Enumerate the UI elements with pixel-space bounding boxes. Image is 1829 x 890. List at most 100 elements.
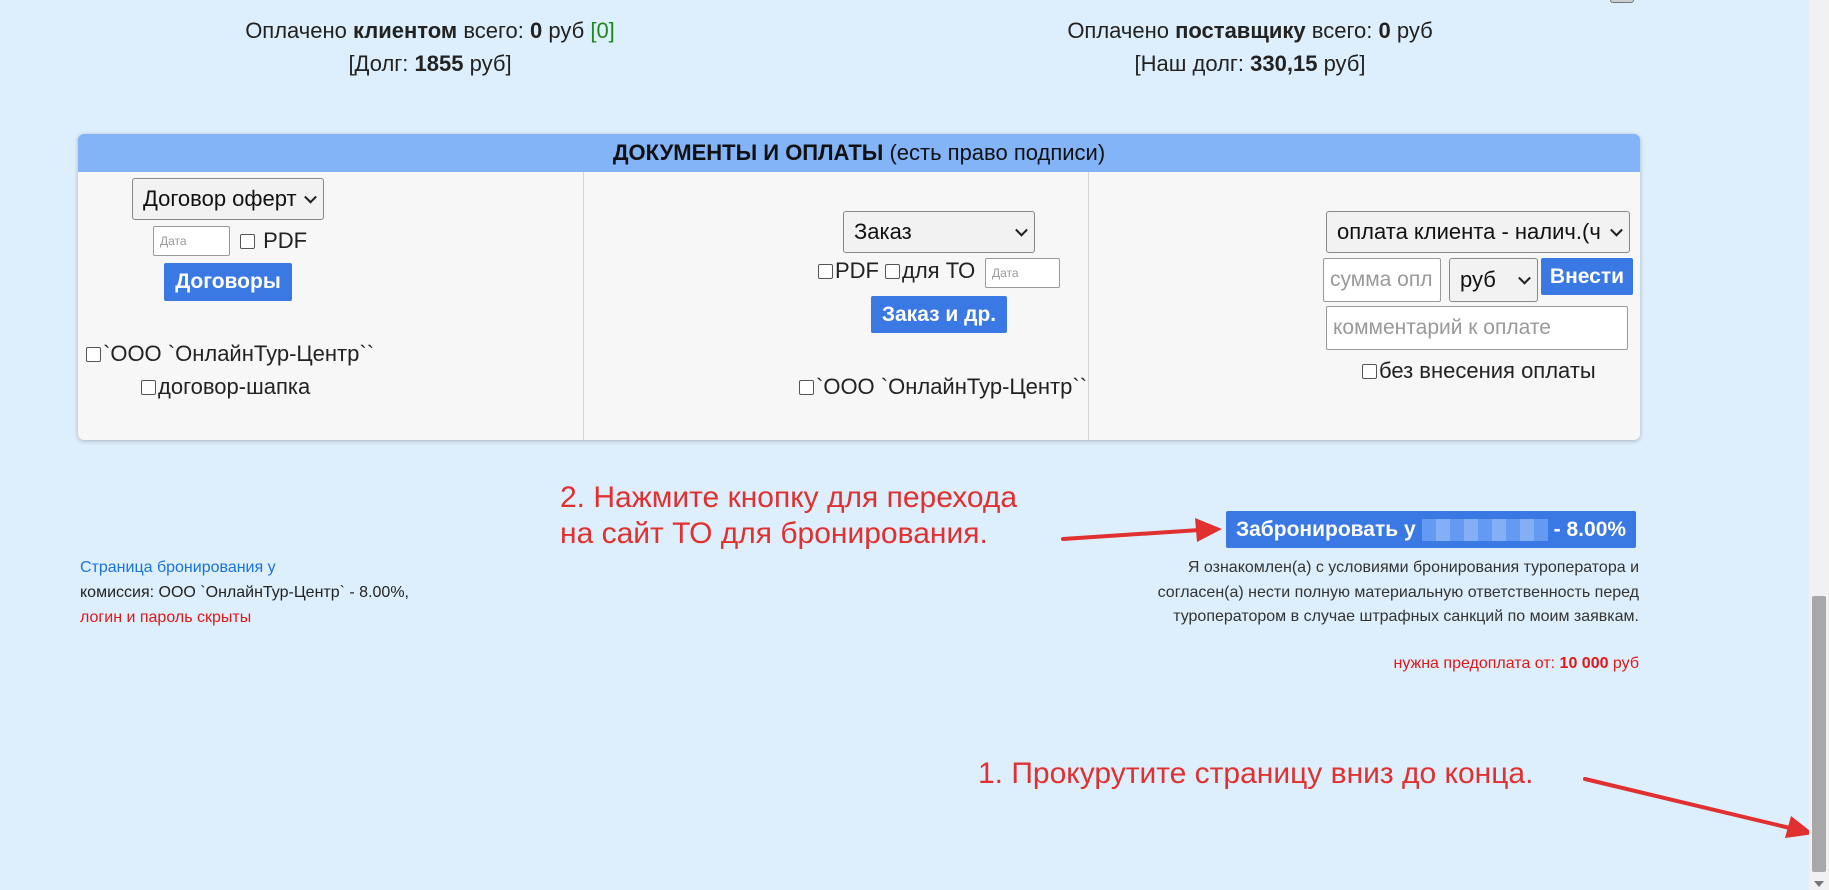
order-button-label: Заказ и др. bbox=[881, 302, 997, 326]
contract-company-label: `ООО `ОнлайнТур-Центр`` bbox=[103, 341, 375, 366]
checkbox-icon[interactable] bbox=[799, 379, 814, 395]
payment-type-select[interactable]: оплата клиента - налич.(ч bbox=[1326, 211, 1630, 253]
order-button[interactable]: Заказ и др. bbox=[871, 296, 1007, 333]
booking-terms-line: туроператором в случае штрафных санкций … bbox=[1173, 608, 1639, 625]
checkbox-icon[interactable] bbox=[1362, 363, 1377, 379]
contract-date-placeholder: Дата bbox=[160, 234, 187, 248]
supplier-paid-summary: Оплачено поставщику всего: 0 руб bbox=[1000, 18, 1500, 44]
order-select[interactable]: Заказ bbox=[843, 211, 1035, 253]
step2-line2: на сайт ТО для бронирования. bbox=[560, 517, 988, 550]
submit-payment-label: Внести bbox=[1549, 264, 1625, 288]
debt-label: [Долг: bbox=[348, 51, 415, 76]
supplier-paid-prefix: Оплачено bbox=[1067, 18, 1176, 43]
booking-info: Страница бронирования у комиссия: ООО `О… bbox=[80, 555, 409, 630]
supplier-currency: руб bbox=[1390, 18, 1433, 43]
book-button-prefix: Забронировать у bbox=[1235, 517, 1416, 541]
contract-pdf-label: PDF bbox=[263, 228, 308, 253]
order-select-value: Заказ bbox=[854, 219, 912, 244]
booking-terms: Я ознакомлен(а) с условиями бронирования… bbox=[1079, 556, 1639, 630]
client-total-label: всего: bbox=[457, 18, 531, 43]
no-payment-label: без внесения оплаты bbox=[1379, 358, 1596, 383]
prepayment-currency: руб bbox=[1608, 655, 1639, 672]
order-pdf-checkbox[interactable]: PDF bbox=[818, 256, 879, 286]
client-debt: [Долг: 1855 руб] bbox=[200, 51, 660, 77]
client-total-value: 0 bbox=[530, 18, 543, 43]
supplier-paid-bold: поставщику bbox=[1175, 18, 1306, 43]
contract-header-label: договор-шапка bbox=[158, 374, 311, 399]
chevron-down-icon bbox=[304, 190, 317, 204]
order-date-input[interactable]: Дата bbox=[985, 258, 1060, 288]
checkbox-icon[interactable] bbox=[86, 346, 101, 362]
client-paid-summary: Оплачено клиентом всего: 0 руб [0] bbox=[200, 18, 660, 44]
checkbox-icon[interactable] bbox=[818, 263, 833, 279]
our-debt-suffix: руб] bbox=[1317, 51, 1366, 76]
our-debt-value: 330,15 bbox=[1250, 51, 1318, 76]
partial-checkbox[interactable] bbox=[1610, 0, 1634, 3]
currency-select-value: руб bbox=[1460, 267, 1496, 292]
checkbox-icon[interactable] bbox=[240, 233, 255, 249]
contract-pdf-checkbox[interactable]: PDF bbox=[240, 226, 307, 256]
book-button-suffix: - 8.00% bbox=[1553, 517, 1627, 541]
chevron-down-icon bbox=[1518, 271, 1531, 285]
supplier-total-label: всего: bbox=[1305, 18, 1379, 43]
page-scrollbar[interactable] bbox=[1809, 0, 1829, 890]
step2-annotation: 2. Нажмите кнопку для перехода на сайт Т… bbox=[560, 480, 1017, 552]
chevron-down-icon bbox=[1610, 223, 1623, 237]
payment-amount-placeholder: сумма опл bbox=[1330, 268, 1433, 291]
documents-panel: ДОКУМЕНТЫ И ОПЛАТЫ (есть право подписи) … bbox=[78, 134, 1640, 440]
contract-select[interactable]: Договор оферт bbox=[132, 178, 324, 220]
supplier-total-value: 0 bbox=[1378, 18, 1391, 43]
no-payment-checkbox[interactable]: без внесения оплаты bbox=[1362, 356, 1596, 386]
checkbox-icon[interactable] bbox=[885, 263, 900, 279]
step2-arrow-icon bbox=[1061, 518, 1222, 542]
contract-header-checkbox[interactable]: договор-шапка bbox=[141, 372, 310, 402]
payment-comment-input[interactable]: комментарий к оплате bbox=[1326, 306, 1628, 350]
order-pdf-label: PDF bbox=[835, 258, 879, 283]
checkbox-icon[interactable] bbox=[141, 379, 156, 395]
book-button[interactable]: Забронировать у - 8.00% bbox=[1226, 511, 1636, 548]
client-paid-prefix: Оплачено bbox=[245, 18, 353, 43]
currency-select[interactable]: руб bbox=[1449, 258, 1538, 302]
step1-arrow-icon bbox=[1583, 777, 1814, 838]
contract-date-input[interactable]: Дата bbox=[153, 226, 230, 256]
order-date-placeholder: Дата bbox=[992, 266, 1019, 280]
order-company-label: `ООО `ОнлайнТур-Центр`` bbox=[816, 374, 1088, 399]
client-currency: руб bbox=[542, 18, 591, 43]
contracts-button[interactable]: Договоры bbox=[164, 263, 292, 301]
contracts-button-label: Договоры bbox=[175, 270, 281, 293]
order-company-checkbox[interactable]: `ООО `ОнлайнТур-Центр`` bbox=[799, 372, 1087, 402]
debt-value: 1855 bbox=[414, 51, 464, 76]
our-debt-label: [Наш долг: bbox=[1134, 51, 1251, 76]
hidden-login-text: логин и пароль скрыты bbox=[80, 609, 252, 626]
column-divider bbox=[1088, 172, 1089, 440]
booking-page-link[interactable]: Страница бронирования у bbox=[80, 555, 409, 580]
payment-type-value: оплата клиента - налич.(ч bbox=[1337, 219, 1601, 244]
debt-suffix: руб] bbox=[463, 51, 512, 76]
client-paid-bold: клиентом bbox=[353, 18, 458, 43]
payment-amount-input[interactable]: сумма опл bbox=[1323, 258, 1441, 302]
scroll-down-arrow-icon[interactable] bbox=[1814, 881, 1824, 887]
order-for-to-checkbox[interactable]: для ТО bbox=[885, 256, 975, 286]
booking-terms-line: согласен(а) нести полную материальную от… bbox=[1157, 583, 1639, 601]
step1-text: 1. Прокурутите страницу вниз до конца. bbox=[978, 757, 1534, 790]
submit-payment-button[interactable]: Внести bbox=[1541, 258, 1633, 295]
documents-panel-header: ДОКУМЕНТЫ И ОПЛАТЫ (есть право подписи) bbox=[78, 134, 1640, 172]
step1-annotation: 1. Прокурутите страницу вниз до конца. bbox=[978, 756, 1533, 792]
prepayment-label: нужна предоплата от: bbox=[1393, 655, 1560, 672]
our-debt: [Наш долг: 330,15 руб] bbox=[1000, 51, 1500, 77]
step2-line1: 2. Нажмите кнопку для перехода bbox=[560, 481, 1018, 514]
prepayment-value: 10 000 bbox=[1559, 655, 1609, 672]
commission-text: комиссия: ООО `ОнлайнТур-Центр` - 8.00%, bbox=[80, 584, 409, 601]
contract-company-checkbox[interactable]: `ООО `ОнлайнТур-Центр`` bbox=[86, 339, 374, 369]
scrollbar-thumb[interactable] bbox=[1812, 596, 1826, 872]
prepayment-notice: нужна предоплата от: 10 000 руб bbox=[1394, 655, 1640, 673]
documents-title: ДОКУМЕНТЫ И ОПЛАТЫ bbox=[612, 140, 884, 165]
booking-terms-line: Я ознакомлен(а) с условиями бронирования… bbox=[1187, 559, 1639, 576]
client-bracket-value: [0] bbox=[590, 18, 615, 43]
contract-select-value: Договор оферт bbox=[143, 186, 297, 211]
order-for-to-label: для ТО bbox=[902, 258, 976, 283]
blurred-operator-name bbox=[1421, 518, 1548, 541]
payment-comment-placeholder: комментарий к оплате bbox=[1333, 316, 1551, 339]
documents-title-note: (есть право подписи) bbox=[883, 140, 1106, 165]
column-divider bbox=[583, 172, 584, 440]
